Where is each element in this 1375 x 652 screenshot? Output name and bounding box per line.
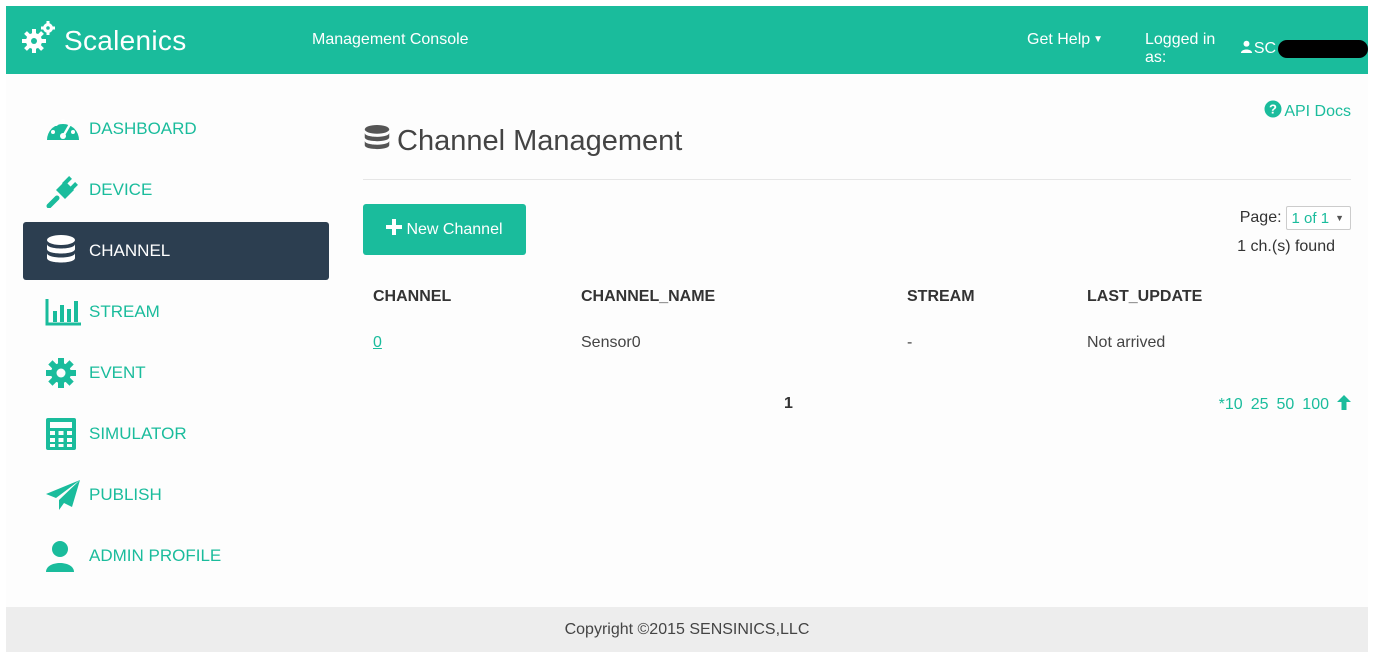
page-size-option[interactable]: 50 bbox=[1277, 396, 1295, 414]
api-docs-link[interactable]: ? API Docs bbox=[1264, 100, 1351, 123]
get-help-label: Get Help bbox=[1027, 31, 1091, 48]
logged-in-label: Logged in as: bbox=[1145, 31, 1216, 66]
redacted-username bbox=[1278, 40, 1368, 58]
database-icon bbox=[363, 124, 391, 159]
page-size-option[interactable]: 25 bbox=[1251, 396, 1269, 414]
new-channel-button[interactable]: New Channel bbox=[363, 204, 526, 255]
sidebar-item-simulator[interactable]: SIMULATOR bbox=[23, 405, 329, 463]
plug-icon bbox=[45, 172, 85, 208]
table-header-row: CHANNEL CHANNEL_NAME STREAM LAST_UPDATE bbox=[363, 278, 1351, 320]
brand-logo[interactable]: Scalenics bbox=[18, 20, 187, 61]
page-size-option[interactable]: 100 bbox=[1302, 396, 1329, 414]
user-icon bbox=[1240, 40, 1253, 58]
pagination-current-page[interactable]: 1 bbox=[784, 395, 793, 413]
gear-icon bbox=[45, 355, 85, 391]
app-frame: Scalenics Management Console Get Help ▼ L… bbox=[6, 6, 1368, 652]
channel-table: CHANNEL CHANNEL_NAME STREAM LAST_UPDATE … bbox=[363, 278, 1351, 366]
sidebar-nav: DASHBOARD DEVICE CHANNEL STREAM EVENT SI… bbox=[23, 100, 329, 588]
sidebar-item-device[interactable]: DEVICE bbox=[23, 161, 329, 219]
plus-icon bbox=[386, 219, 403, 240]
page-selector: Page: 1 of 1 ▼ bbox=[1240, 206, 1351, 230]
page-header: Channel Management bbox=[363, 124, 682, 159]
page-label: Page: bbox=[1239, 209, 1282, 226]
user-name-partial: SC bbox=[1253, 40, 1277, 57]
bar-chart-icon bbox=[45, 294, 85, 330]
new-channel-label: New Channel bbox=[406, 220, 503, 238]
channel-link[interactable]: 0 bbox=[373, 334, 382, 351]
page-select[interactable]: 1 of 1 ▼ bbox=[1285, 206, 1351, 230]
sidebar-item-label: STREAM bbox=[89, 302, 160, 321]
calculator-icon bbox=[45, 416, 85, 452]
question-circle-icon: ? bbox=[1264, 100, 1282, 123]
caret-down-icon: ▼ bbox=[1335, 213, 1344, 223]
sidebar-item-stream[interactable]: STREAM bbox=[23, 283, 329, 341]
cell-last-update: Not arrived bbox=[1087, 334, 1166, 351]
sidebar-item-label: DASHBOARD bbox=[89, 119, 197, 138]
column-header-channel-name[interactable]: CHANNEL_NAME bbox=[571, 278, 897, 320]
table-row: 0 Sensor0 - Not arrived bbox=[363, 320, 1351, 366]
console-title-link[interactable]: Management Console bbox=[312, 31, 469, 49]
paper-plane-icon bbox=[45, 477, 85, 513]
svg-text:?: ? bbox=[1269, 102, 1277, 117]
page-size-options: *10 25 50 100 bbox=[1219, 395, 1351, 415]
dashboard-gauge-icon bbox=[45, 111, 85, 147]
column-header-last-update[interactable]: LAST_UPDATE bbox=[1077, 278, 1351, 320]
footer: Copyright ©2015 SENSINICS,LLC bbox=[6, 607, 1368, 652]
gears-logo-icon bbox=[18, 20, 58, 61]
page-size-option[interactable]: *10 bbox=[1219, 396, 1243, 414]
cell-channel: 0 bbox=[363, 320, 571, 366]
cell-stream: - bbox=[907, 334, 913, 351]
sidebar-item-dashboard[interactable]: DASHBOARD bbox=[23, 100, 329, 158]
column-header-channel[interactable]: CHANNEL bbox=[363, 278, 571, 320]
api-docs-label: API Docs bbox=[1284, 102, 1351, 120]
sidebar-item-label: EVENT bbox=[89, 363, 146, 382]
sidebar-item-event[interactable]: EVENT bbox=[23, 344, 329, 402]
logged-in-user[interactable]: Logged in as: SC bbox=[1145, 31, 1368, 67]
sidebar-item-label: DEVICE bbox=[89, 180, 153, 199]
sidebar-item-label: CHANNEL bbox=[89, 241, 171, 260]
get-help-dropdown[interactable]: Get Help ▼ bbox=[1027, 31, 1103, 49]
arrow-up-icon[interactable] bbox=[1337, 395, 1351, 415]
user-icon bbox=[45, 538, 85, 574]
header-divider bbox=[363, 179, 1351, 180]
database-icon bbox=[45, 233, 85, 269]
column-header-stream[interactable]: STREAM bbox=[897, 278, 1077, 320]
brand-name: Scalenics bbox=[64, 24, 187, 56]
page-select-value: 1 of 1 bbox=[1291, 209, 1330, 227]
sidebar-item-label: PUBLISH bbox=[89, 485, 162, 504]
results-count: 1 ch.(s) found bbox=[1237, 238, 1335, 255]
sidebar-item-channel[interactable]: CHANNEL bbox=[23, 222, 329, 280]
copyright-text: Copyright ©2015 SENSINICS,LLC bbox=[564, 620, 810, 638]
sidebar-item-admin-profile[interactable]: ADMIN PROFILE bbox=[23, 527, 329, 585]
page-title: Channel Management bbox=[397, 125, 683, 157]
sidebar-item-label: SIMULATOR bbox=[89, 424, 187, 443]
sidebar-item-publish[interactable]: PUBLISH bbox=[23, 466, 329, 524]
cell-channel-name: Sensor0 bbox=[581, 334, 641, 351]
sidebar-item-label: ADMIN PROFILE bbox=[89, 546, 222, 565]
caret-down-icon: ▼ bbox=[1093, 34, 1104, 46]
top-navbar: Scalenics Management Console Get Help ▼ L… bbox=[6, 6, 1368, 74]
